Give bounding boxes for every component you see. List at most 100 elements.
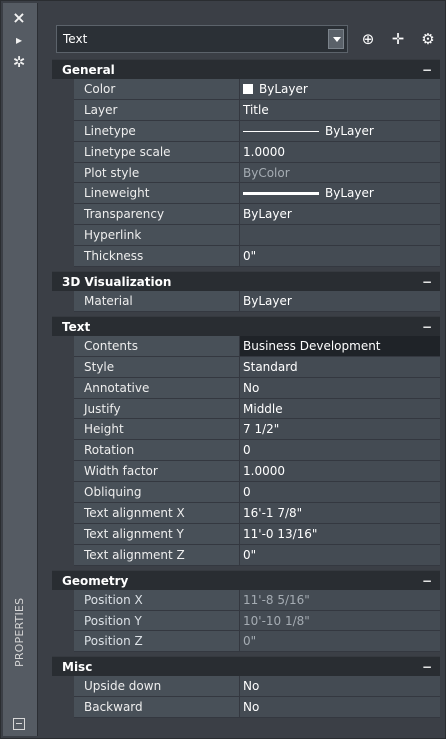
property-label: Material <box>74 291 240 312</box>
property-value[interactable] <box>240 225 440 247</box>
property-row-style[interactable]: Style Standard <box>52 356 440 378</box>
property-row-linetype-scale[interactable]: Linetype scale 1.0000 <box>52 141 440 163</box>
section-header-general[interactable]: General − <box>52 59 440 79</box>
properties-toolbar: Text ⊕ ✛ ⚙ <box>52 25 440 53</box>
properties-main: Text ⊕ ✛ ⚙ General − Color ByLayer Layer… <box>52 9 440 728</box>
object-type-value: Text <box>63 32 88 46</box>
contents-input[interactable]: Business Development <box>240 335 440 357</box>
collapse-icon[interactable]: − <box>422 60 432 80</box>
collapse-icon[interactable]: − <box>422 657 432 677</box>
property-value[interactable]: ByColor <box>240 162 440 184</box>
property-label: Plot style <box>74 162 240 184</box>
property-row-plot-style[interactable]: Plot style ByColor <box>52 162 440 184</box>
property-label: Contents <box>74 335 240 357</box>
section-header-text[interactable]: Text − <box>52 315 440 337</box>
section-title: 3D Visualization <box>62 275 172 290</box>
property-row-width-factor[interactable]: Width factor 1.0000 <box>52 461 440 483</box>
property-value[interactable]: 1.0000 <box>240 141 440 163</box>
property-row-linetype[interactable]: Linetype ByLayer <box>52 120 440 142</box>
property-value[interactable]: 16'-1 7/8" <box>240 503 440 524</box>
property-row-hyperlink[interactable]: Hyperlink <box>52 225 440 247</box>
property-label: Upside down <box>74 676 240 698</box>
property-value[interactable]: ByLayer <box>240 183 440 205</box>
section-general: General − Color ByLayer Layer Title Line… <box>52 59 440 268</box>
toggle-pickadd-icon[interactable]: ⚙ <box>416 27 440 51</box>
property-value[interactable]: ByLayer <box>240 204 440 226</box>
section-header-geometry[interactable]: Geometry − <box>52 569 440 591</box>
section-title: Text <box>62 319 91 334</box>
section-misc: Misc − Upside down No Backward No <box>52 656 440 719</box>
property-value[interactable]: 1.0000 <box>240 461 440 483</box>
select-objects-icon[interactable]: ✛ <box>386 27 410 51</box>
section-text: Text − Contents Business Development Sty… <box>52 315 440 566</box>
property-row-lineweight[interactable]: Lineweight ByLayer <box>52 183 440 205</box>
property-label: Rotation <box>74 440 240 462</box>
property-value[interactable]: 0 <box>240 440 440 462</box>
property-label: Linetype scale <box>74 141 240 163</box>
property-label: Annotative <box>74 377 240 399</box>
settings-icon[interactable]: ✲ <box>9 53 29 71</box>
property-row-position-y[interactable]: Position Y 10'-10 1/8" <box>52 610 440 632</box>
palette-title: PROPERTIES <box>13 597 26 667</box>
property-value[interactable]: ByLayer <box>240 120 440 142</box>
collapse-icon[interactable]: − <box>422 571 432 591</box>
auto-hide-icon[interactable]: ▸ <box>9 31 29 49</box>
property-row-text-alignment-y[interactable]: Text alignment Y 11'-0 13/16" <box>52 523 440 545</box>
collapse-icon[interactable]: − <box>422 272 432 292</box>
property-value[interactable]: 0" <box>240 246 440 268</box>
property-value[interactable]: ByLayer <box>240 79 440 100</box>
section-header-3d-visualization[interactable]: 3D Visualization − <box>52 271 440 292</box>
property-grid: General − Color ByLayer Layer Title Line… <box>52 59 440 719</box>
property-row-backward[interactable]: Backward No <box>52 697 440 719</box>
property-row-thickness[interactable]: Thickness 0" <box>52 246 440 268</box>
property-label: Transparency <box>74 204 240 226</box>
property-label: Justify <box>74 398 240 420</box>
property-row-contents[interactable]: Contents Business Development <box>52 335 440 357</box>
property-row-justify[interactable]: Justify Middle <box>52 398 440 420</box>
property-value[interactable]: ByLayer <box>240 291 440 312</box>
property-label: Text alignment Z <box>74 544 240 566</box>
property-value[interactable]: 0" <box>240 631 440 653</box>
property-row-transparency[interactable]: Transparency ByLayer <box>52 204 440 226</box>
property-row-annotative[interactable]: Annotative No <box>52 377 440 399</box>
property-row-material[interactable]: Material ByLayer <box>52 291 440 312</box>
chevron-down-icon[interactable] <box>328 29 344 49</box>
lineweight-value: ByLayer <box>325 186 374 201</box>
property-value[interactable]: 7 1/2" <box>240 419 440 441</box>
palette-menu-icon[interactable] <box>13 718 25 730</box>
property-label: Style <box>74 356 240 378</box>
property-value[interactable]: No <box>240 377 440 399</box>
property-row-layer[interactable]: Layer Title <box>52 99 440 121</box>
property-value[interactable]: No <box>240 697 440 719</box>
property-value[interactable]: 11'-0 13/16" <box>240 523 440 545</box>
section-title: Misc <box>62 660 93 675</box>
property-row-position-z[interactable]: Position Z 0" <box>52 631 440 653</box>
property-value[interactable]: 11'-8 5/16" <box>240 589 440 611</box>
close-icon[interactable]: × <box>9 9 29 27</box>
quick-select-icon[interactable]: ⊕ <box>356 27 380 51</box>
property-value[interactable]: 10'-10 1/8" <box>240 610 440 632</box>
section-title: General <box>62 63 115 77</box>
property-row-rotation[interactable]: Rotation 0 <box>52 440 440 462</box>
property-value[interactable]: 0 <box>240 482 440 504</box>
property-row-height[interactable]: Height 7 1/2" <box>52 419 440 441</box>
collapse-icon[interactable]: − <box>422 317 432 337</box>
color-value: ByLayer <box>259 82 308 96</box>
property-value[interactable]: No <box>240 676 440 698</box>
section-3d-visualization: 3D Visualization − Material ByLayer <box>52 271 440 312</box>
lineweight-preview <box>243 192 319 196</box>
section-header-misc[interactable]: Misc − <box>52 656 440 677</box>
property-row-text-alignment-x[interactable]: Text alignment X 16'-1 7/8" <box>52 503 440 524</box>
property-label: Layer <box>74 99 240 121</box>
property-row-text-alignment-z[interactable]: Text alignment Z 0" <box>52 544 440 566</box>
property-row-color[interactable]: Color ByLayer <box>52 79 440 100</box>
property-label: Obliquing <box>74 482 240 504</box>
object-type-select[interactable]: Text <box>56 25 348 53</box>
property-row-position-x[interactable]: Position X 11'-8 5/16" <box>52 589 440 611</box>
property-row-obliquing[interactable]: Obliquing 0 <box>52 482 440 504</box>
property-value[interactable]: Standard <box>240 356 440 378</box>
property-value[interactable]: 0" <box>240 544 440 566</box>
property-value[interactable]: Middle <box>240 398 440 420</box>
property-row-upside-down[interactable]: Upside down No <box>52 676 440 698</box>
property-value[interactable]: Title <box>240 99 440 121</box>
